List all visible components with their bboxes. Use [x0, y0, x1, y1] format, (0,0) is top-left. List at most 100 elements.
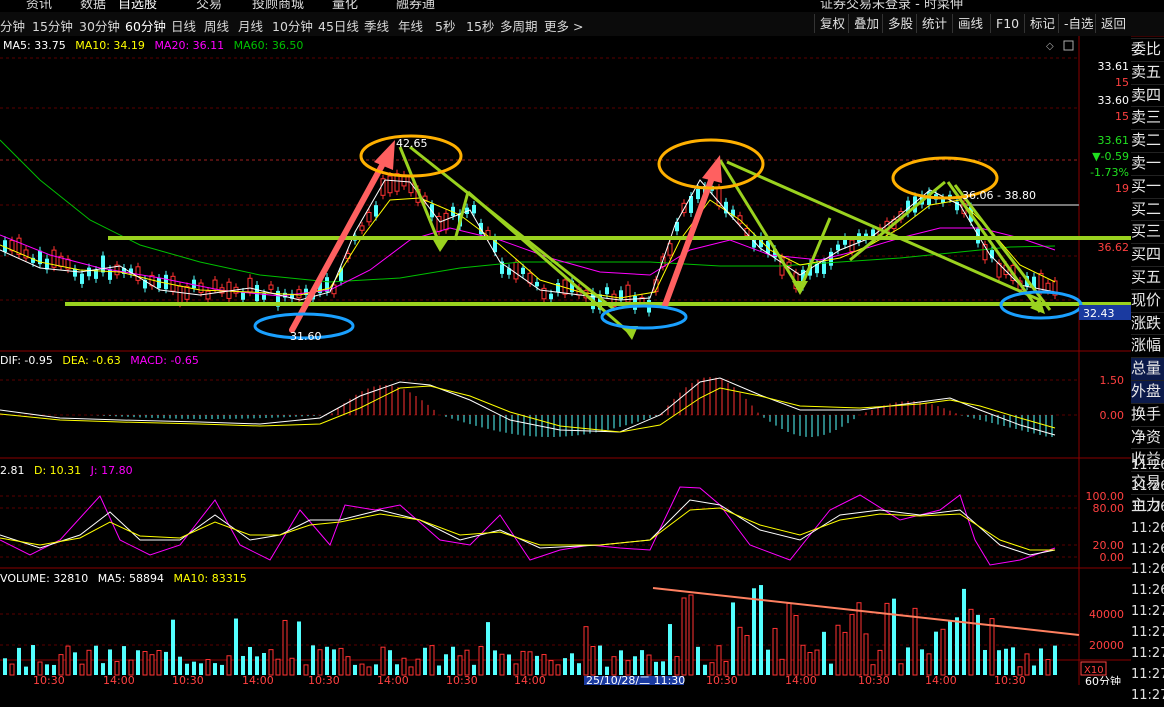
volume-bar: [415, 658, 421, 676]
axis-price-2: 33.60: [1098, 94, 1130, 107]
candle-body: [374, 205, 378, 217]
volume-bar: [1024, 653, 1030, 676]
axis-qty-1: 15: [1115, 76, 1129, 89]
volume-bar: [24, 666, 28, 675]
d-legend: D: 10.31: [34, 464, 81, 477]
volume-bar: [58, 654, 64, 676]
period-day[interactable]: 日线: [171, 16, 196, 35]
period-year[interactable]: 年线: [398, 16, 423, 35]
volume-bar: [122, 646, 126, 675]
period-15sec[interactable]: 15秒: [466, 16, 494, 35]
period-5sec[interactable]: 5秒: [435, 16, 455, 35]
volume-bar: [338, 647, 344, 676]
more-periods-button[interactable]: 更多 >: [544, 16, 583, 35]
f10-button[interactable]: F10: [990, 14, 1024, 33]
period-10day[interactable]: 10分钟: [272, 16, 313, 35]
candle-body: [1045, 282, 1051, 292]
login-status[interactable]: 证券交易未登录 - 时菜伸: [820, 0, 963, 12]
volume-bar: [877, 649, 883, 676]
vol-axis-2: 20000: [1089, 639, 1124, 652]
volume-bar: [423, 647, 427, 675]
candle-body: [387, 175, 393, 194]
volume-bar: [968, 608, 974, 676]
add-watchlist-button[interactable]: -自选: [1058, 14, 1099, 33]
candle-body: [135, 266, 141, 281]
volume-bar: [86, 649, 92, 676]
side-label-ask3: 卖三: [1131, 106, 1164, 129]
overlay-button[interactable]: 叠加: [848, 14, 884, 33]
multi-stock-button[interactable]: 多股: [882, 14, 918, 33]
volume-bar: [457, 655, 463, 676]
j-legend: J: 17.80: [90, 464, 133, 477]
menu-margin[interactable]: 融券通: [396, 0, 435, 12]
period-month[interactable]: 月线: [238, 16, 263, 35]
menu-advisor[interactable]: 投顾商城: [252, 0, 304, 12]
volume-bar: [499, 653, 505, 676]
volume-bar: [478, 646, 484, 676]
volume-bar: [723, 661, 729, 676]
side-label-ask1: 卖一: [1131, 151, 1164, 175]
volume-bar: [464, 649, 470, 676]
volume-bar: [752, 588, 756, 675]
x-tick-9: 10:30: [706, 674, 738, 685]
period-indicator: 60分钟: [1085, 674, 1121, 685]
volume-bar: [114, 661, 120, 676]
volume-bar: [731, 602, 735, 675]
period-30min[interactable]: 30分钟: [79, 16, 120, 35]
diamond-icon[interactable]: ◇: [1046, 41, 1054, 52]
candle-body: [255, 284, 259, 302]
volume-bar: [625, 660, 631, 676]
candle-body: [443, 212, 449, 231]
range-label: 36.06 - 38.80: [962, 189, 1036, 202]
side-label-weibi: 委比: [1131, 38, 1164, 61]
period-1min[interactable]: 分钟: [0, 16, 25, 35]
period-week[interactable]: 周线: [204, 16, 229, 35]
draw-line-button[interactable]: 画线: [952, 14, 988, 33]
svg-text:DIF: -0.95 DEA: -0.63: DIF: -0.95 DEA: -0.63 MACD: -0.65: [0, 354, 199, 367]
volume-bar: [401, 657, 407, 676]
volume-bar: [493, 650, 497, 675]
tick-time: 11:26: [1131, 583, 1164, 599]
menu-watchlist[interactable]: 自选股: [118, 0, 157, 12]
period-multi[interactable]: 多周期: [500, 16, 538, 35]
menu-quant[interactable]: 量化: [332, 0, 358, 12]
tick-time: 11:27: [1131, 625, 1164, 641]
volume-bar: [128, 659, 134, 676]
kline-chart[interactable]: MA5: 33.75 MA10: 34.19 MA20: 36.11 MA60:…: [0, 36, 1131, 685]
volume-bar: [408, 666, 414, 676]
mark-button[interactable]: 标记: [1024, 14, 1060, 33]
volume-bar: [359, 663, 365, 676]
volume-bar: [807, 652, 813, 676]
adjust-button[interactable]: 复权: [814, 14, 850, 33]
volume-bar: [926, 653, 932, 676]
candle-body: [836, 244, 840, 251]
quote-side-panel: 委比 卖五 卖四 卖三 卖二 卖一 买一 买二 买三 买四 买五 现价 涨跌 涨…: [1131, 38, 1164, 517]
candle-body: [549, 293, 553, 300]
volume-bar: [262, 652, 266, 675]
volume-bar: [142, 651, 148, 676]
volume-bar: [822, 631, 826, 675]
menu-trade[interactable]: 交易: [196, 0, 222, 12]
volume-bar: [674, 656, 680, 676]
axis-qty-3: 19: [1115, 182, 1129, 195]
volume-bar: [570, 653, 574, 675]
period-quarter[interactable]: 季线: [364, 16, 389, 35]
period-15min[interactable]: 15分钟: [32, 16, 73, 35]
volume-bar: [332, 649, 336, 675]
tick-time: 11:27: [1131, 646, 1164, 662]
stats-button[interactable]: 统计: [916, 14, 952, 33]
back-button[interactable]: 返回: [1095, 14, 1131, 33]
period-60min[interactable]: 60分钟: [125, 16, 166, 35]
macd-axis-1: 1.50: [1100, 374, 1125, 387]
period-45day[interactable]: 45日线: [318, 16, 359, 35]
tick-time: 11:26: [1131, 520, 1164, 536]
volume-bar: [451, 646, 455, 675]
tick-time: 11:26: [1131, 458, 1164, 473]
candle-body: [157, 277, 161, 289]
menu-news[interactable]: 资讯: [26, 0, 52, 12]
candle-body: [535, 281, 539, 287]
volume-bar: [793, 615, 799, 676]
volume-bar: [555, 664, 561, 676]
x-tick-7: 10:30: [446, 674, 478, 685]
menu-data[interactable]: 数据: [80, 0, 106, 12]
